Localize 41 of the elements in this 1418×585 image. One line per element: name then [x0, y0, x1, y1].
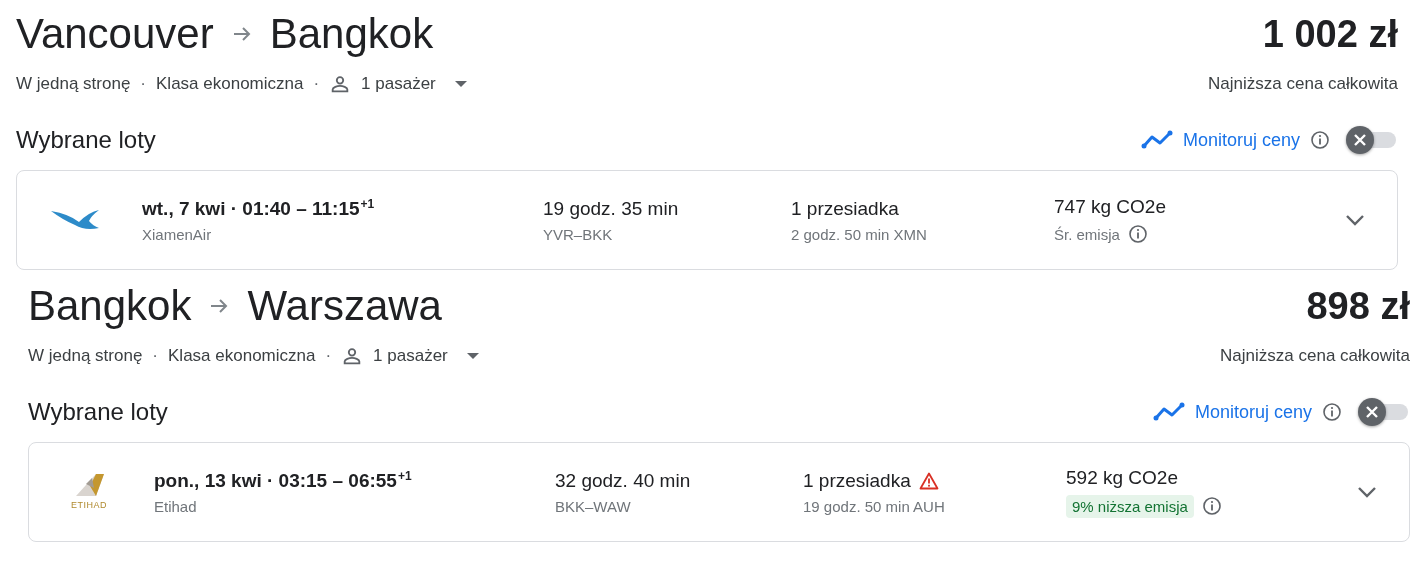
separator-dot: · [140, 74, 146, 94]
passenger-count: 1 pasażer [373, 346, 448, 366]
destination-city: Bangkok [269, 9, 434, 59]
track-prices-link[interactable]: Monitoruj ceny [1194, 401, 1312, 423]
separator-dot: · [325, 346, 332, 366]
passenger-count: 1 pasażer [361, 74, 436, 94]
flight-duration: 32 godz. 40 min [555, 469, 692, 492]
emission-note: Śr. emisja [1054, 225, 1120, 243]
emissions-value: 592 kg CO2e [1066, 466, 1179, 489]
origin-city: Vancouver [16, 9, 214, 59]
cabin-class: Klasa ekonomiczna [156, 74, 304, 94]
separator-dot: · [313, 74, 320, 94]
total-price: 898 zł [1306, 284, 1410, 329]
cabin-class: Klasa ekonomiczna [168, 346, 316, 366]
stops-count: 1 przesiadka [791, 197, 900, 220]
track-prices-link[interactable]: Monitoruj ceny [1182, 129, 1300, 151]
airline-name: Etihad [154, 497, 198, 515]
trip-type: W jedną stronę [16, 74, 131, 94]
emission-badge: 9% niższa emisja [1066, 494, 1194, 518]
price-note: Najniższa cena całkowita [1220, 346, 1410, 366]
separator-dot: · [152, 346, 158, 366]
total-price: 1 002 zł [1262, 12, 1398, 57]
layover-info: 19 godz. 50 min AUH [803, 497, 946, 515]
trip-type: W jedną stronę [28, 346, 143, 366]
route-codes: BKK–WAW [555, 497, 632, 515]
destination-city: Warszawa [247, 281, 442, 331]
price-note: Najniższa cena całkowita [1208, 74, 1398, 94]
section-title: Wybrane loty [28, 398, 168, 426]
origin-city: Bangkok [28, 281, 192, 331]
flight-duration: 19 godz. 35 min [543, 197, 680, 220]
flight-card[interactable]: ETIHAD pon., 13 kwi · 03:15 – 06:55$^{+1}$ Etihad 32 godz. 40 min BKK–WAW 1 przesiadka 19 godz. 50 min AUH 592 kg CO2e 9% niższa emisja [28, 442, 1410, 542]
flight-card[interactable]: wt., 7 kwi · 01:40 – 11:15$^{+1}$ XiamenAir 19 godz. 35 min YVR–BKK 1 przesiadka 2 godz. 50 min XMN 747 kg CO2e Śr. emisja [16, 170, 1398, 270]
flight-times: pon., 13 kwi · 03:15 – 06:55$^{+1}$ [154, 469, 413, 492]
logo-text: ETIHAD [71, 500, 107, 510]
emissions-value: 747 kg CO2e [1054, 196, 1167, 218]
stops-count: 1 przesiadka [803, 469, 1066, 492]
layover-info: 2 godz. 50 min XMN [791, 225, 928, 243]
route-codes: YVR–BKK [543, 225, 614, 243]
flight-times: wt., 7 kwi · 01:40 – 11:15$^{+1}$ [142, 197, 376, 220]
airline-name: XiamenAir [142, 225, 213, 243]
section-title: Wybrane loty [16, 126, 156, 154]
